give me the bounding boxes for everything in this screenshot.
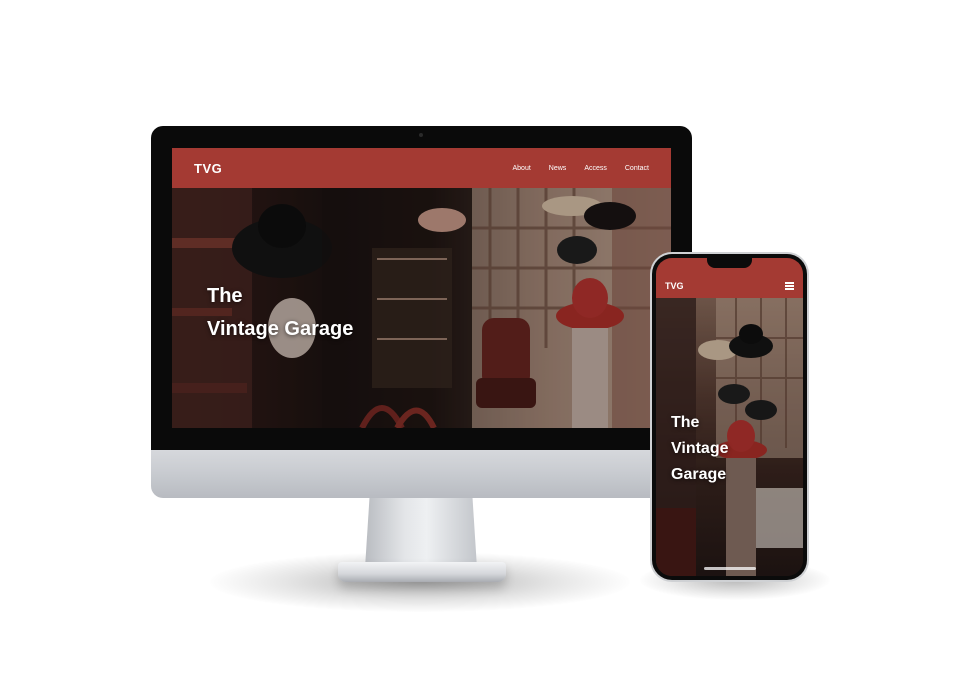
desktop-hero: The Vintage Garage bbox=[172, 188, 671, 428]
nav-link-contact[interactable]: Contact bbox=[625, 165, 649, 172]
imac-stand-neck bbox=[365, 498, 477, 568]
nav-link-access[interactable]: Access bbox=[584, 165, 607, 172]
camera-icon bbox=[419, 133, 423, 137]
desktop-hero-title: The Vintage Garage bbox=[207, 280, 353, 346]
mobile-logo[interactable]: TVG bbox=[665, 281, 684, 291]
mobile-hero: The Vintage Garage bbox=[656, 298, 803, 576]
mobile-hero-title: The Vintage Garage bbox=[671, 410, 729, 488]
phone-frame: TVG The Vintage Garage bbox=[650, 252, 809, 582]
desktop-website-screen: TVG About News Access Contact The Vintag… bbox=[172, 148, 671, 428]
imac-stand-foot bbox=[338, 562, 506, 582]
desktop-nav-links: About News Access Contact bbox=[513, 165, 650, 172]
nav-link-about[interactable]: About bbox=[513, 165, 531, 172]
hero-title-line: Vintage bbox=[671, 440, 729, 457]
desktop-navbar: TVG About News Access Contact bbox=[172, 148, 671, 188]
nav-link-news[interactable]: News bbox=[549, 165, 567, 172]
hero-title-line: Vintage Garage bbox=[207, 318, 354, 340]
phone-bezel: TVG The Vintage Garage bbox=[652, 254, 807, 580]
hero-title-line: The bbox=[207, 285, 243, 307]
home-indicator bbox=[704, 567, 756, 570]
mobile-website-screen: TVG The Vintage Garage bbox=[656, 258, 803, 576]
hero-title-line: The bbox=[671, 414, 700, 431]
hero-title-line: Garage bbox=[671, 466, 727, 483]
mobile-navbar: TVG bbox=[656, 274, 803, 298]
phone-notch bbox=[707, 258, 752, 268]
desktop-logo[interactable]: TVG bbox=[194, 161, 222, 176]
imac-chin bbox=[151, 450, 692, 498]
menu-icon[interactable] bbox=[785, 282, 794, 290]
